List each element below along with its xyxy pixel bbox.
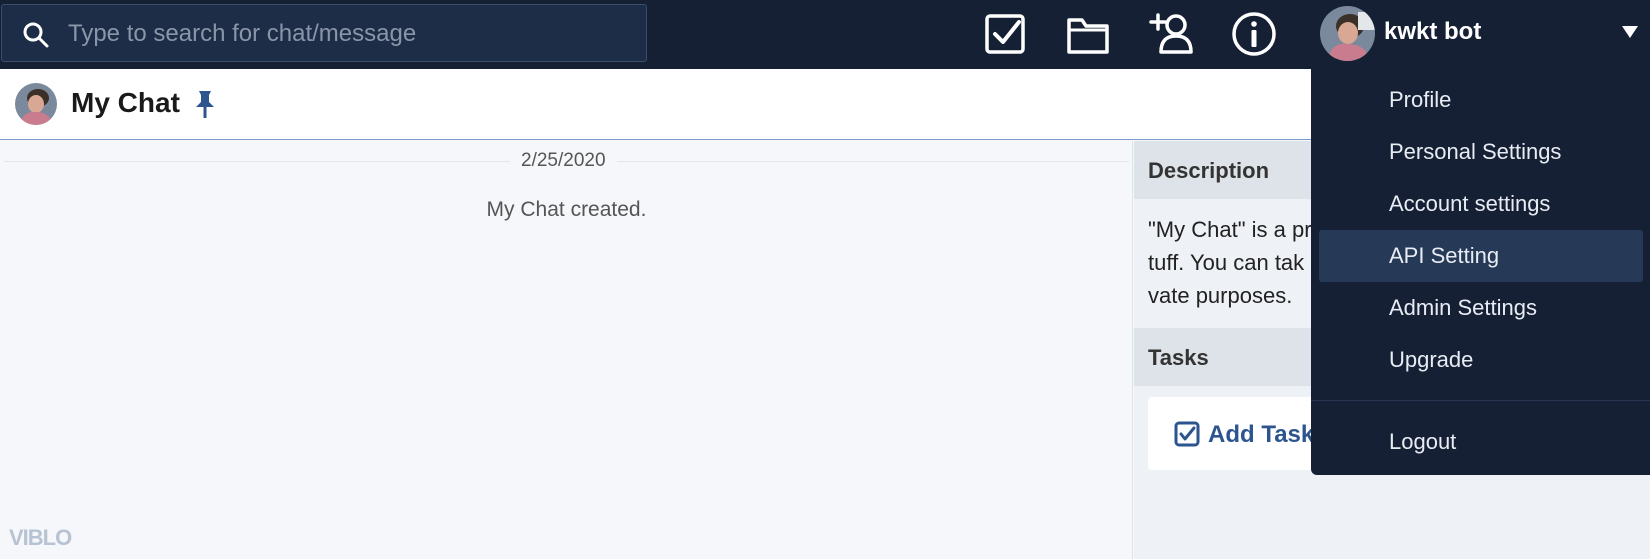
menu-item-admin-settings[interactable]: Admin Settings xyxy=(1319,282,1643,334)
date-label: 2/25/2020 xyxy=(510,150,617,172)
menu-divider xyxy=(1311,400,1650,401)
watermark-logo: VIBLO xyxy=(9,525,72,550)
menu-item-personal-settings[interactable]: Personal Settings xyxy=(1319,126,1643,178)
add-contact-icon[interactable] xyxy=(1147,10,1195,58)
search-input[interactable] xyxy=(68,15,628,53)
folder-icon[interactable] xyxy=(1064,10,1112,58)
menu-item-label: Logout xyxy=(1389,429,1457,454)
menu-item-account-settings[interactable]: Account settings xyxy=(1319,178,1643,230)
chevron-down-icon xyxy=(1622,26,1638,38)
task-checkbox-icon[interactable] xyxy=(981,10,1029,58)
chat-title: My Chat xyxy=(71,87,180,118)
menu-item-label: Upgrade xyxy=(1389,347,1474,372)
menu-item-upgrade[interactable]: Upgrade xyxy=(1319,334,1643,386)
menu-item-label: Account settings xyxy=(1389,191,1551,216)
search-box[interactable] xyxy=(1,4,647,62)
info-icon[interactable] xyxy=(1230,10,1278,58)
user-dropdown-menu: Profile Personal Settings Account settin… xyxy=(1311,69,1650,475)
menu-item-label: API Setting xyxy=(1389,243,1500,268)
menu-item-profile[interactable]: Profile xyxy=(1319,74,1643,126)
system-message: My Chat created. xyxy=(486,198,647,221)
search-icon xyxy=(23,22,49,48)
chat-avatar xyxy=(15,83,57,125)
menu-item-logout[interactable]: Logout xyxy=(1319,416,1643,468)
checkbox-icon xyxy=(1174,421,1200,447)
menu-item-label: Admin Settings xyxy=(1389,295,1537,320)
description-title: Description xyxy=(1148,158,1270,183)
tasks-title: Tasks xyxy=(1148,345,1209,370)
menu-item-api-setting[interactable]: API Setting xyxy=(1319,230,1643,282)
user-avatar xyxy=(1320,6,1375,61)
menu-item-label: Profile xyxy=(1389,87,1452,112)
menu-item-label: Personal Settings xyxy=(1389,139,1562,164)
user-menu-toggle[interactable]: kwkt bot xyxy=(1312,0,1650,69)
top-bar: kwkt bot xyxy=(0,0,1650,69)
chat-timeline: 2/25/2020 My Chat created. VIBLO xyxy=(0,141,1133,559)
add-task-label: Add Task xyxy=(1208,421,1315,448)
pin-icon[interactable] xyxy=(192,89,218,119)
user-name: kwkt bot xyxy=(1384,18,1482,45)
